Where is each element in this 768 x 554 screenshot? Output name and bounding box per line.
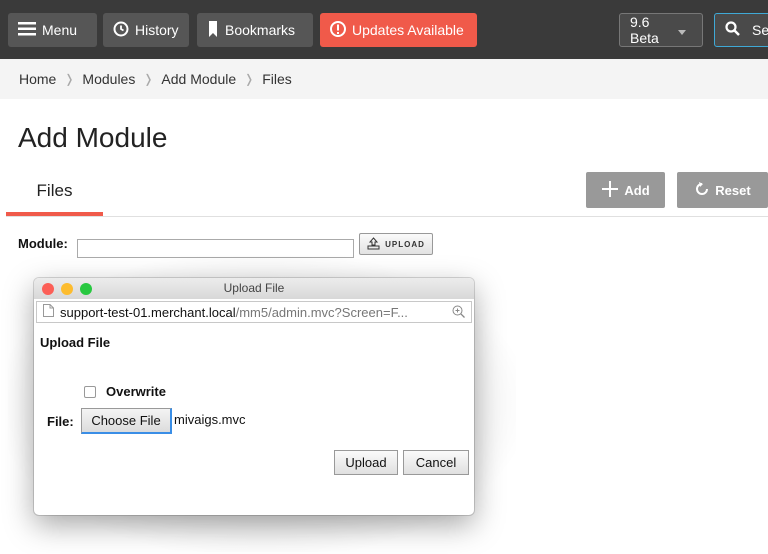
upload-icon <box>367 236 385 252</box>
menu-label: Menu <box>42 22 78 38</box>
add-button[interactable]: Add <box>586 172 665 208</box>
reset-button[interactable]: Reset <box>677 172 768 208</box>
page-icon <box>43 304 54 320</box>
dialog-titlebar[interactable]: Upload File <box>34 278 474 299</box>
breadcrumb-separator-icon: ❭ <box>143 72 154 86</box>
reset-label: Reset <box>715 182 751 198</box>
top-navigation-bar: Menu History Bookmarks Updates Available… <box>0 0 768 59</box>
breadcrumb-files: Files <box>262 71 292 87</box>
bookmark-icon <box>207 20 225 40</box>
module-label: Module: <box>18 236 68 251</box>
history-label: History <box>135 22 179 38</box>
overwrite-label: Overwrite <box>106 384 166 399</box>
selected-file-name: mivaigs.mvc <box>174 412 246 427</box>
bookmarks-button[interactable]: Bookmarks <box>197 13 313 47</box>
breadcrumb-modules[interactable]: Modules <box>82 71 135 87</box>
dialog-title: Upload File <box>223 281 285 295</box>
url-host: support-test-01.merchant.local <box>60 304 236 320</box>
choose-file-button[interactable]: Choose File <box>81 408 172 434</box>
dialog-url-bar[interactable]: support-test-01.merchant.local/mm5/admin… <box>36 301 472 323</box>
dialog-upload-button[interactable]: Upload <box>334 450 398 475</box>
bookmarks-label: Bookmarks <box>225 22 296 38</box>
dialog-heading: Upload File <box>40 335 111 350</box>
updates-label: Updates Available <box>352 22 464 38</box>
hamburger-icon <box>18 21 42 39</box>
version-label: 9.6 Beta <box>630 14 659 46</box>
search-button[interactable]: Sea <box>714 13 768 47</box>
plus-icon <box>601 180 624 201</box>
overwrite-checkbox[interactable] <box>84 386 96 398</box>
updates-available-button[interactable]: Updates Available <box>320 13 477 47</box>
breadcrumb-home[interactable]: Home <box>19 71 56 87</box>
breadcrumb-separator-icon: ❭ <box>64 72 75 86</box>
tab-files[interactable]: Files <box>6 172 103 216</box>
tab-divider <box>6 216 768 217</box>
clock-icon <box>113 21 135 40</box>
caret-down-icon <box>678 22 692 38</box>
breadcrumb: Home ❭ Modules ❭ Add Module ❭ Files <box>0 59 768 99</box>
dialog-cancel-button[interactable]: Cancel <box>403 450 469 475</box>
file-label: File: <box>47 414 74 429</box>
upload-label: UPLOAD <box>385 239 425 249</box>
menu-button[interactable]: Menu <box>8 13 97 47</box>
history-button[interactable]: History <box>103 13 189 47</box>
zoom-icon[interactable] <box>452 305 465 321</box>
add-label: Add <box>624 182 650 198</box>
page-title: Add Module <box>18 122 168 153</box>
version-dropdown[interactable]: 9.6 Beta <box>619 13 703 47</box>
alert-icon <box>330 20 352 40</box>
breadcrumb-separator-icon: ❭ <box>244 72 255 86</box>
breadcrumb-add-module[interactable]: Add Module <box>161 71 236 87</box>
search-label: Sea <box>752 22 768 38</box>
refresh-icon <box>694 181 715 200</box>
upload-file-dialog: Upload File support-test-01.merchant.loc… <box>34 278 474 515</box>
upload-button[interactable]: UPLOAD <box>359 233 433 255</box>
url-path: /mm5/admin.mvc?Screen=F... <box>235 304 408 320</box>
search-icon <box>725 21 746 39</box>
